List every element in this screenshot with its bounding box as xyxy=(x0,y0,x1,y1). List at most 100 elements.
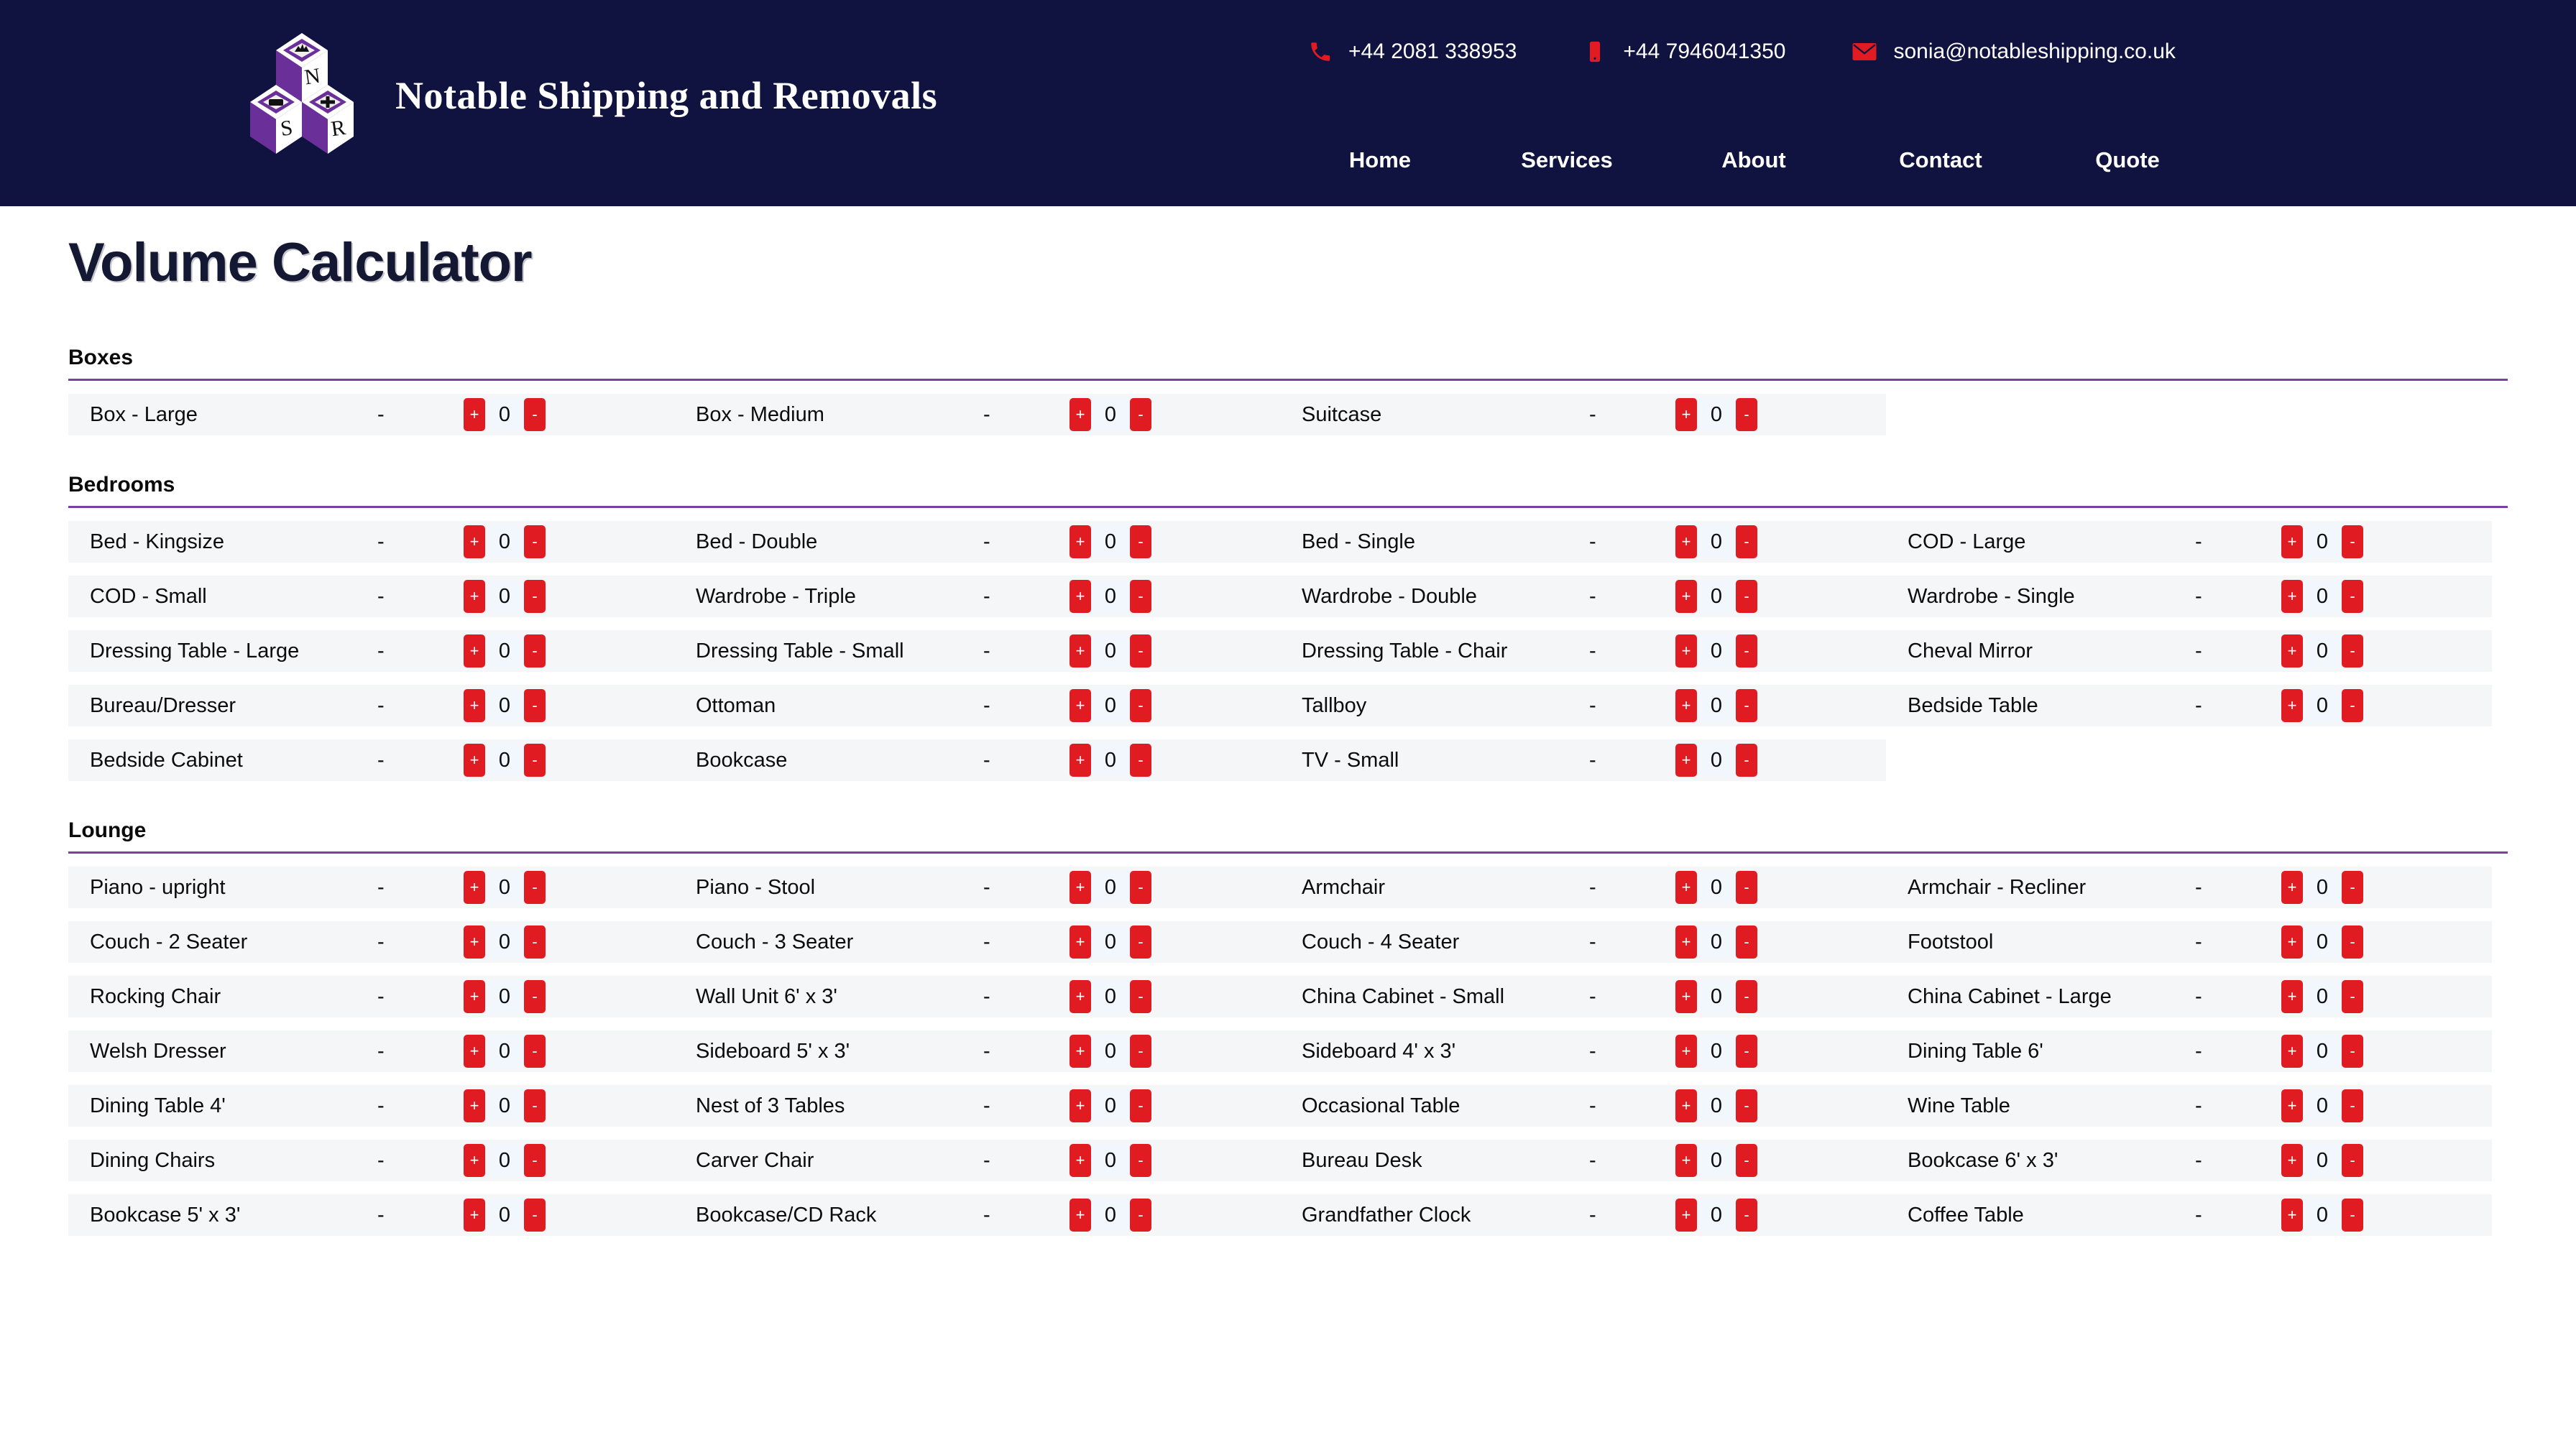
quantity-value[interactable]: 0 xyxy=(485,1144,524,1177)
contact-email[interactable]: sonia@notableshipping.co.uk xyxy=(1852,40,2176,64)
decrement-button[interactable]: - xyxy=(1736,525,1757,558)
quantity-value[interactable]: 0 xyxy=(2303,580,2342,613)
decrement-button[interactable]: - xyxy=(1130,525,1151,558)
decrement-button[interactable]: - xyxy=(524,580,546,613)
increment-button[interactable]: + xyxy=(1070,925,1091,959)
increment-button[interactable]: + xyxy=(1070,871,1091,904)
quantity-value[interactable]: 0 xyxy=(485,398,524,431)
increment-button[interactable]: + xyxy=(1070,398,1091,431)
increment-button[interactable]: + xyxy=(2281,925,2303,959)
decrement-button[interactable]: - xyxy=(1130,398,1151,431)
quantity-value[interactable]: 0 xyxy=(485,525,524,558)
increment-button[interactable]: + xyxy=(464,398,485,431)
brand-block[interactable]: N S R Notable Shipping and Removals xyxy=(237,27,937,164)
contact-phone[interactable]: +44 2081 338953 xyxy=(1308,40,1517,64)
quantity-value[interactable]: 0 xyxy=(1697,744,1736,777)
decrement-button[interactable]: - xyxy=(2342,689,2363,722)
decrement-button[interactable]: - xyxy=(1736,925,1757,959)
increment-button[interactable]: + xyxy=(2281,634,2303,668)
decrement-button[interactable]: - xyxy=(2342,980,2363,1013)
decrement-button[interactable]: - xyxy=(1736,871,1757,904)
increment-button[interactable]: + xyxy=(1070,980,1091,1013)
increment-button[interactable]: + xyxy=(1675,634,1697,668)
increment-button[interactable]: + xyxy=(464,980,485,1013)
increment-button[interactable]: + xyxy=(464,1144,485,1177)
decrement-button[interactable]: - xyxy=(1130,1035,1151,1068)
decrement-button[interactable]: - xyxy=(1736,1144,1757,1177)
increment-button[interactable]: + xyxy=(1675,525,1697,558)
quantity-value[interactable]: 0 xyxy=(1091,871,1130,904)
quantity-value[interactable]: 0 xyxy=(485,634,524,668)
quantity-value[interactable]: 0 xyxy=(2303,1144,2342,1177)
increment-button[interactable]: + xyxy=(2281,980,2303,1013)
quantity-value[interactable]: 0 xyxy=(485,1089,524,1122)
decrement-button[interactable]: - xyxy=(2342,925,2363,959)
decrement-button[interactable]: - xyxy=(1736,634,1757,668)
increment-button[interactable]: + xyxy=(2281,689,2303,722)
quantity-value[interactable]: 0 xyxy=(1697,525,1736,558)
quantity-value[interactable]: 0 xyxy=(2303,1035,2342,1068)
quantity-value[interactable]: 0 xyxy=(1091,525,1130,558)
quantity-value[interactable]: 0 xyxy=(1091,1144,1130,1177)
increment-button[interactable]: + xyxy=(2281,871,2303,904)
nav-item-contact[interactable]: Contact xyxy=(1847,147,2034,173)
nav-item-home[interactable]: Home xyxy=(1287,147,1473,173)
decrement-button[interactable]: - xyxy=(2342,1199,2363,1232)
decrement-button[interactable]: - xyxy=(2342,1144,2363,1177)
quantity-value[interactable]: 0 xyxy=(1697,871,1736,904)
quantity-value[interactable]: 0 xyxy=(485,744,524,777)
increment-button[interactable]: + xyxy=(464,525,485,558)
decrement-button[interactable]: - xyxy=(524,1144,546,1177)
decrement-button[interactable]: - xyxy=(1736,689,1757,722)
decrement-button[interactable]: - xyxy=(524,525,546,558)
contact-mobile[interactable]: +44 7946041350 xyxy=(1583,40,1785,64)
increment-button[interactable]: + xyxy=(1070,1089,1091,1122)
increment-button[interactable]: + xyxy=(2281,580,2303,613)
decrement-button[interactable]: - xyxy=(1130,1199,1151,1232)
increment-button[interactable]: + xyxy=(464,1089,485,1122)
decrement-button[interactable]: - xyxy=(2342,634,2363,668)
decrement-button[interactable]: - xyxy=(1736,398,1757,431)
increment-button[interactable]: + xyxy=(464,744,485,777)
decrement-button[interactable]: - xyxy=(1130,980,1151,1013)
quantity-value[interactable]: 0 xyxy=(1091,634,1130,668)
decrement-button[interactable]: - xyxy=(524,925,546,959)
quantity-value[interactable]: 0 xyxy=(1697,925,1736,959)
increment-button[interactable]: + xyxy=(2281,1199,2303,1232)
increment-button[interactable]: + xyxy=(1675,1035,1697,1068)
decrement-button[interactable]: - xyxy=(2342,525,2363,558)
quantity-value[interactable]: 0 xyxy=(1091,689,1130,722)
increment-button[interactable]: + xyxy=(2281,525,2303,558)
decrement-button[interactable]: - xyxy=(524,689,546,722)
quantity-value[interactable]: 0 xyxy=(1091,580,1130,613)
decrement-button[interactable]: - xyxy=(1736,580,1757,613)
quantity-value[interactable]: 0 xyxy=(2303,980,2342,1013)
increment-button[interactable]: + xyxy=(1070,1199,1091,1232)
quantity-value[interactable]: 0 xyxy=(1091,1089,1130,1122)
quantity-value[interactable]: 0 xyxy=(2303,525,2342,558)
decrement-button[interactable]: - xyxy=(2342,580,2363,613)
increment-button[interactable]: + xyxy=(2281,1089,2303,1122)
decrement-button[interactable]: - xyxy=(524,871,546,904)
nav-item-quote[interactable]: Quote xyxy=(2034,147,2221,173)
quantity-value[interactable]: 0 xyxy=(1697,1089,1736,1122)
quantity-value[interactable]: 0 xyxy=(1697,580,1736,613)
increment-button[interactable]: + xyxy=(464,1199,485,1232)
decrement-button[interactable]: - xyxy=(524,744,546,777)
quantity-value[interactable]: 0 xyxy=(1091,744,1130,777)
increment-button[interactable]: + xyxy=(1070,580,1091,613)
decrement-button[interactable]: - xyxy=(1736,1199,1757,1232)
increment-button[interactable]: + xyxy=(1675,1199,1697,1232)
increment-button[interactable]: + xyxy=(1675,1144,1697,1177)
decrement-button[interactable]: - xyxy=(524,980,546,1013)
quantity-value[interactable]: 0 xyxy=(1697,1144,1736,1177)
quantity-value[interactable]: 0 xyxy=(1091,980,1130,1013)
increment-button[interactable]: + xyxy=(2281,1035,2303,1068)
increment-button[interactable]: + xyxy=(1675,398,1697,431)
increment-button[interactable]: + xyxy=(1675,925,1697,959)
quantity-value[interactable]: 0 xyxy=(485,689,524,722)
decrement-button[interactable]: - xyxy=(2342,871,2363,904)
increment-button[interactable]: + xyxy=(1070,525,1091,558)
increment-button[interactable]: + xyxy=(1675,871,1697,904)
increment-button[interactable]: + xyxy=(1070,1144,1091,1177)
